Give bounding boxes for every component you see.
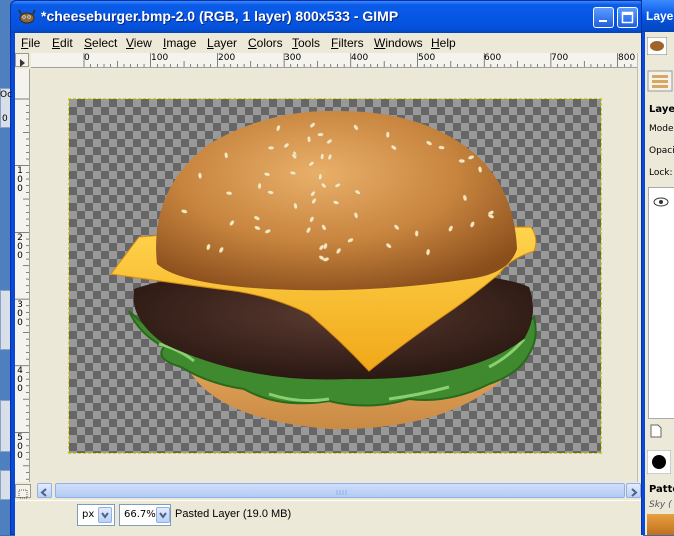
dock-title: Laye — [646, 9, 674, 23]
image-menu-button[interactable] — [15, 53, 29, 67]
ruler-label: 300 — [284, 53, 302, 63]
horizontal-ruler[interactable]: 0 100 200 300 400 500 600 700 800 — [31, 53, 637, 68]
pattern-name: Sky ( — [649, 500, 672, 510]
menu-view[interactable]: View — [126, 36, 152, 50]
chevron-down-icon — [101, 512, 109, 519]
gimp-image-window: *cheeseburger.bmp-2.0 (RGB, 1 layer) 800… — [10, 0, 646, 536]
zoom-dropdown-button[interactable] — [156, 507, 170, 523]
background-label: 0 — [2, 114, 8, 124]
menu-colors[interactable]: Colors — [248, 36, 283, 50]
unit-value: px — [82, 509, 95, 520]
menu-image[interactable]: Image — [163, 36, 196, 50]
menu-windows[interactable]: Windows — [374, 36, 423, 50]
maximize-icon — [621, 11, 634, 24]
patterns-label: Patte — [649, 484, 674, 495]
ruler-label: 3 0 0 — [17, 300, 23, 328]
pattern-swatch[interactable] — [647, 514, 674, 535]
window-title: *cheeseburger.bmp-2.0 (RGB, 1 layer) 800… — [41, 8, 399, 24]
zoom-value: 66.7% — [124, 509, 156, 520]
ruler-label: 500 — [418, 53, 436, 63]
minimize-button[interactable] — [593, 7, 614, 28]
brush-circle-icon[interactable] — [647, 450, 671, 474]
ruler-label: 0 — [84, 53, 90, 63]
layers-tab-icon[interactable] — [647, 70, 673, 92]
menu-layer[interactable]: Layer — [207, 36, 237, 50]
minimize-icon — [599, 20, 607, 22]
ruler-label: 2 0 0 — [17, 233, 23, 261]
new-layer-icon[interactable] — [649, 424, 663, 438]
ruler-label: 4 0 0 — [17, 366, 23, 394]
cheeseburger-image — [110, 110, 537, 430]
chevron-left-icon — [40, 488, 47, 497]
horizontal-scroll-track[interactable] — [55, 483, 625, 498]
menu-select[interactable]: Select — [84, 36, 117, 50]
horizontal-scroll-row — [15, 482, 643, 500]
menu-tools[interactable]: Tools — [292, 36, 320, 50]
quick-mask-toggle[interactable] — [15, 484, 31, 499]
menu-edit[interactable]: Edit — [52, 36, 73, 50]
ruler-label: 100 — [151, 53, 169, 63]
mode-label: Mode — [649, 124, 674, 134]
ruler-label: 800 — [618, 53, 636, 63]
scroll-left-button[interactable] — [37, 483, 52, 498]
unit-selector[interactable]: px — [77, 504, 115, 526]
ruler-label: 700 — [551, 53, 569, 63]
chevron-right-icon — [631, 488, 638, 497]
triangle-right-icon — [20, 59, 25, 67]
ruler-ticks — [83, 53, 632, 67]
ruler-label: 200 — [218, 53, 236, 63]
window-client: File Edit Select View Image Layer Colors… — [15, 33, 643, 536]
eye-icon[interactable] — [653, 196, 669, 208]
image-canvas[interactable] — [68, 98, 602, 454]
ruler-label: 400 — [351, 53, 369, 63]
status-bar: px 66.7% Pasted Layer (19.0 MB) — [15, 500, 643, 536]
chevron-down-icon — [159, 512, 167, 519]
menu-file[interactable]: File — [21, 36, 40, 50]
ruler-label: 1 0 0 — [17, 166, 23, 194]
grip-icon — [336, 490, 347, 495]
maximize-button[interactable] — [617, 7, 638, 28]
ruler-label: 600 — [484, 53, 502, 63]
unit-dropdown-button[interactable] — [98, 507, 112, 523]
dotted-square-icon — [18, 489, 28, 499]
ruler-label: 5 0 0 — [17, 433, 23, 461]
horizontal-scroll-thumb[interactable] — [55, 483, 625, 498]
menu-help[interactable]: Help — [431, 36, 456, 50]
title-bar[interactable]: *cheeseburger.bmp-2.0 (RGB, 1 layer) 800… — [11, 1, 645, 33]
dock-client: Laye Mode Opaci Lock: Patte Sky ( — [645, 32, 674, 535]
image-canvas-area[interactable] — [31, 69, 637, 517]
menu-bar: File Edit Select View Image Layer Colors… — [15, 33, 643, 53]
menu-filters[interactable]: Filters — [331, 36, 364, 50]
image-thumbnail-icon[interactable] — [647, 37, 667, 55]
layer-list[interactable] — [648, 187, 674, 419]
vertical-ruler[interactable]: 1 0 0 2 0 0 3 0 0 4 0 0 5 0 0 — [15, 69, 30, 517]
scroll-right-button[interactable] — [626, 483, 641, 498]
layers-tab-label: Laye — [649, 104, 674, 115]
zoom-selector[interactable]: 66.7% — [119, 504, 171, 526]
background-label: Oc — [0, 90, 13, 100]
lock-label: Lock: — [649, 168, 673, 178]
dock-title-bar[interactable]: Laye — [642, 0, 674, 32]
gimp-app-icon[interactable] — [18, 8, 36, 26]
layers-dock-window: Laye Laye Mode Opaci Lock: Patt Sky ( — [641, 0, 674, 535]
opacity-label: Opaci — [649, 146, 674, 156]
status-message: Pasted Layer (19.0 MB) — [175, 508, 292, 520]
